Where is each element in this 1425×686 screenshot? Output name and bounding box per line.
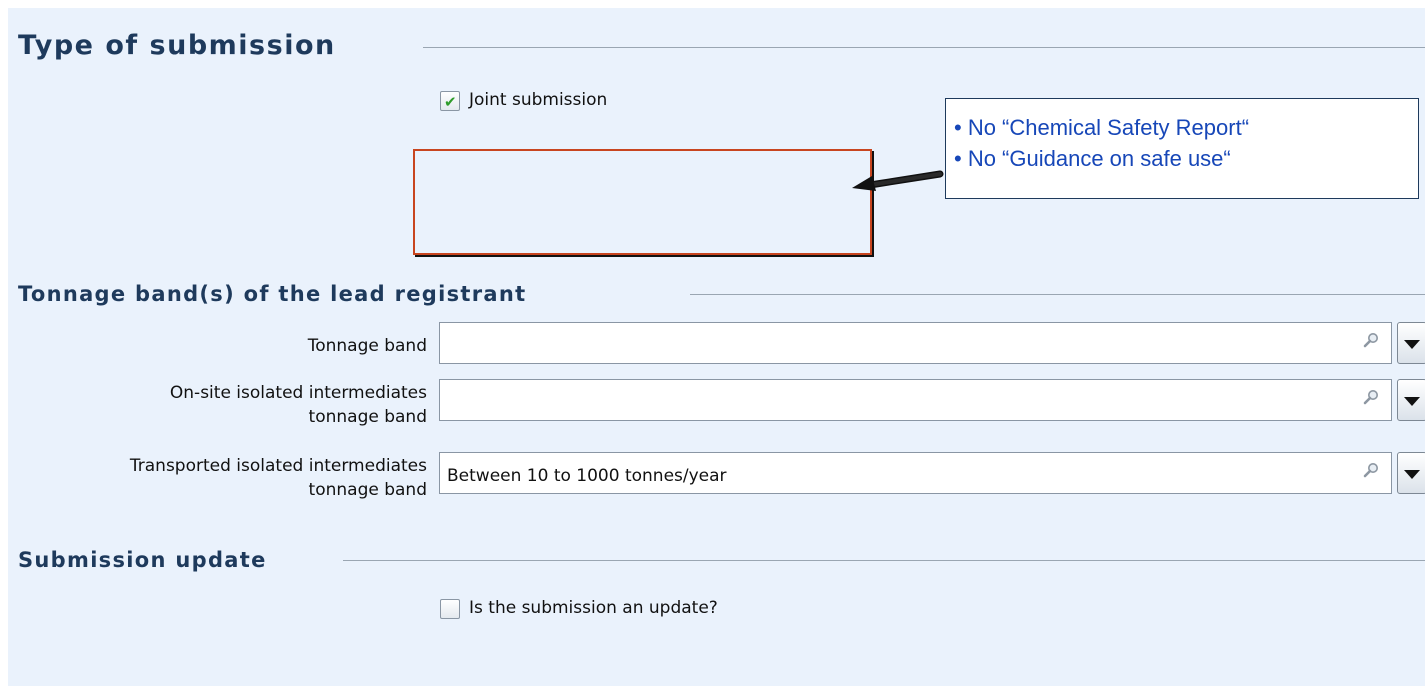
field-label-transported-intermediates: Transported isolated intermediates tonna…	[130, 454, 427, 502]
tonnage-band-input[interactable]	[439, 322, 1392, 364]
onsite-intermediates-dropdown-button[interactable]	[1397, 379, 1425, 421]
is-update-checkbox[interactable]	[440, 599, 460, 619]
search-icon[interactable]	[1363, 389, 1379, 405]
checkmark-icon: ✔	[444, 93, 457, 111]
search-icon[interactable]	[1363, 332, 1379, 348]
field-label-line: tonnage band	[308, 407, 427, 427]
field-label-line: tonnage band	[308, 480, 427, 500]
field-label-line: On-site isolated intermediates	[169, 383, 427, 403]
highlight-box	[413, 149, 872, 255]
section-divider	[343, 560, 1425, 561]
section-title-tonnage: Tonnage band(s) of the lead registrant	[18, 282, 527, 306]
is-update-label: Is the submission an update?	[469, 598, 718, 618]
field-label-text: Tonnage band	[307, 336, 427, 356]
section-divider	[423, 47, 1425, 48]
section-divider	[690, 294, 1425, 295]
transported-intermediates-dropdown-button[interactable]	[1397, 452, 1425, 494]
chevron-down-icon	[1404, 397, 1420, 406]
callout-arrow-icon	[852, 170, 944, 191]
section-title-type-of-submission: Type of submission	[18, 30, 336, 61]
chevron-down-icon	[1404, 470, 1420, 479]
transported-intermediates-input[interactable]: Between 10 to 1000 tonnes/year	[439, 452, 1392, 494]
joint-submission-checkbox[interactable]: ✔	[440, 91, 460, 111]
chevron-down-icon	[1404, 340, 1420, 349]
search-icon[interactable]	[1363, 462, 1379, 478]
field-label-onsite-intermediates: On-site isolated intermediates tonnage b…	[170, 381, 427, 429]
callout-note: • No “Chemical Safety Report“ • No “Guid…	[945, 98, 1419, 199]
joint-submission-label: Joint submission	[469, 90, 608, 110]
callout-line: • No “Chemical Safety Report“	[954, 115, 1250, 140]
onsite-intermediates-input[interactable]	[439, 379, 1392, 421]
section-title-submission-update: Submission update	[18, 548, 267, 572]
callout-line: • No “Guidance on safe use“	[954, 146, 1231, 171]
field-value: Between 10 to 1000 tonnes/year	[447, 466, 727, 486]
tonnage-band-dropdown-button[interactable]	[1397, 322, 1425, 364]
field-label-tonnage-band: Tonnage band	[308, 334, 427, 358]
field-label-line: Transported isolated intermediates	[129, 456, 427, 476]
